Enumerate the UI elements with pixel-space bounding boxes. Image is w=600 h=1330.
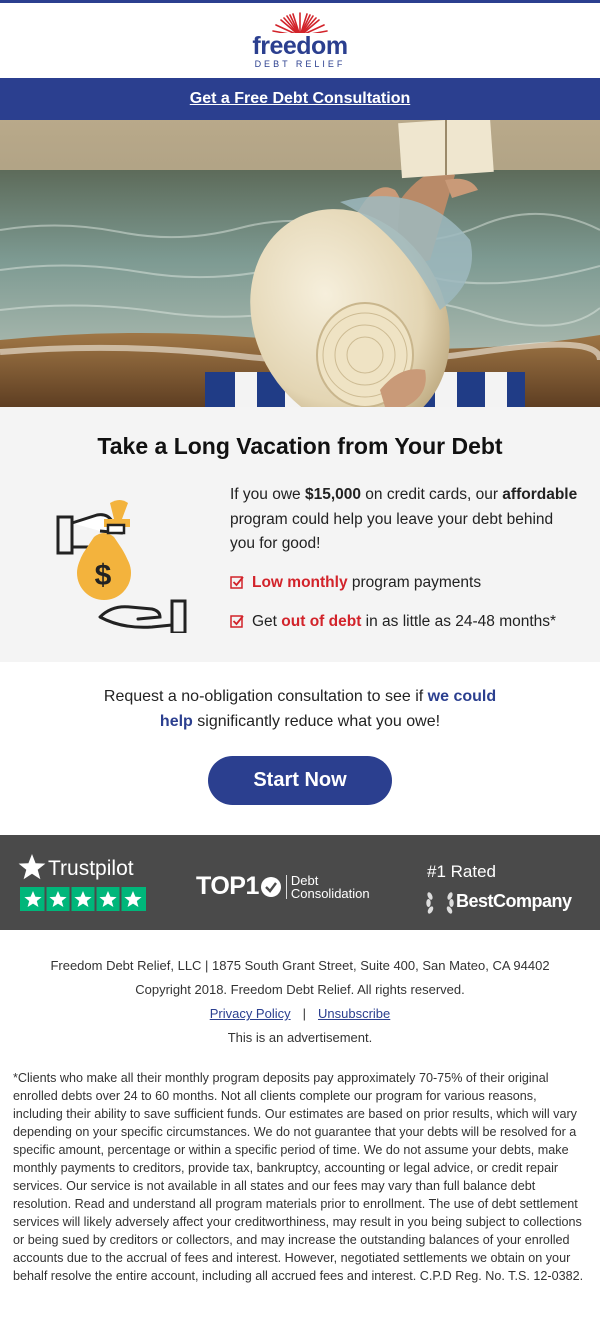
consultation-request-text: Request a no-obligation consultation to … bbox=[100, 684, 500, 734]
debt-amount: $15,000 bbox=[304, 486, 361, 503]
checkbox-icon bbox=[230, 576, 244, 589]
laurel-wreath-icon bbox=[426, 892, 454, 914]
link-separator: | bbox=[302, 1006, 307, 1021]
advertisement-notice: This is an advertisement. bbox=[227, 1030, 373, 1045]
divider bbox=[285, 874, 287, 899]
intro-text-1: If you owe bbox=[230, 486, 305, 503]
request-text-2: significantly reduce what you owe! bbox=[192, 713, 441, 730]
top10-word: TOP1 bbox=[196, 872, 259, 900]
beach-vacation-illustration bbox=[0, 120, 600, 407]
start-now-button[interactable]: Start Now bbox=[208, 756, 392, 805]
money-bag-hand-icon: $ bbox=[56, 500, 187, 633]
benefit-pre: Get bbox=[252, 613, 282, 630]
five-star-rating-icon bbox=[20, 887, 146, 911]
benefit-highlight: Low monthly bbox=[252, 574, 348, 591]
brand-tagline: DEBT RELIEF bbox=[254, 59, 346, 69]
headline-bold: Take a Long Vacation bbox=[97, 433, 331, 459]
company-address: Freedom Debt Relief, LLC | 1875 South Gr… bbox=[50, 958, 550, 973]
top10-subtitle: Debt Consolidation bbox=[291, 874, 370, 900]
hero-image[interactable] bbox=[0, 120, 600, 407]
benefit-item: Get out of debt in as little as 24-48 mo… bbox=[230, 612, 590, 632]
offer-intro: If you owe $15,000 on credit cards, our … bbox=[230, 483, 580, 557]
request-text-1: Request a no-obligation consultation to … bbox=[103, 688, 428, 705]
trustpilot-badge[interactable]: Trustpilot bbox=[18, 853, 148, 915]
trustpilot-name: Trustpilot bbox=[48, 857, 134, 880]
copyright-text: Copyright 2018. Freedom Debt Relief. All… bbox=[135, 982, 465, 997]
legal-disclaimer: *Clients who make all their monthly prog… bbox=[13, 1071, 584, 1283]
brand-logo[interactable]: freedom DEBT RELIEF bbox=[0, 11, 600, 70]
offer-headline: Take a Long Vacation from Your Debt bbox=[0, 433, 600, 460]
top10-circle-check-icon bbox=[260, 876, 281, 897]
benefit-item: Low monthly program payments bbox=[230, 573, 590, 593]
trustpilot-star-icon bbox=[18, 854, 46, 880]
unsubscribe-link[interactable]: Unsubscribe bbox=[318, 1006, 390, 1021]
email-header: freedom DEBT RELIEF bbox=[0, 3, 600, 78]
privacy-policy-link[interactable]: Privacy Policy bbox=[210, 1006, 291, 1021]
intro-text-2: on credit cards, our bbox=[361, 486, 503, 503]
intro-text-3: program could help you leave your debt b… bbox=[230, 510, 554, 553]
offer-section: Take a Long Vacation from Your Debt $ If… bbox=[0, 407, 600, 662]
rated-label: #1 Rated bbox=[427, 862, 496, 881]
benefit-highlight: out of debt bbox=[281, 613, 362, 630]
benefit-rest: program payments bbox=[347, 574, 482, 591]
top10-badge[interactable]: TOP1 Debt Consolidation bbox=[196, 872, 370, 901]
free-consultation-link[interactable]: Get a Free Debt Consultation bbox=[190, 78, 410, 120]
brand-name: freedom bbox=[252, 32, 348, 60]
trust-badges: Trustpilot TOP1 Debt Consolidation #1 Ra… bbox=[0, 835, 600, 930]
footer-links: Privacy Policy | Unsubscribe bbox=[0, 1006, 600, 1021]
affordable-word: affordable bbox=[502, 486, 578, 503]
top10-sub-line2: Consolidation bbox=[290, 885, 370, 901]
best-company-badge[interactable]: #1 Rated BestCompany bbox=[424, 862, 572, 918]
cta-bar: Get a Free Debt Consultation bbox=[0, 78, 600, 120]
best-company-name: BestCompany bbox=[456, 890, 572, 911]
svg-text:$: $ bbox=[95, 559, 112, 592]
best-company-row: BestCompany bbox=[424, 886, 572, 918]
benefit-rest: in as little as 24-48 months* bbox=[361, 613, 557, 630]
checkbox-icon bbox=[230, 615, 244, 628]
headline-rest: from Your Debt bbox=[330, 433, 503, 459]
